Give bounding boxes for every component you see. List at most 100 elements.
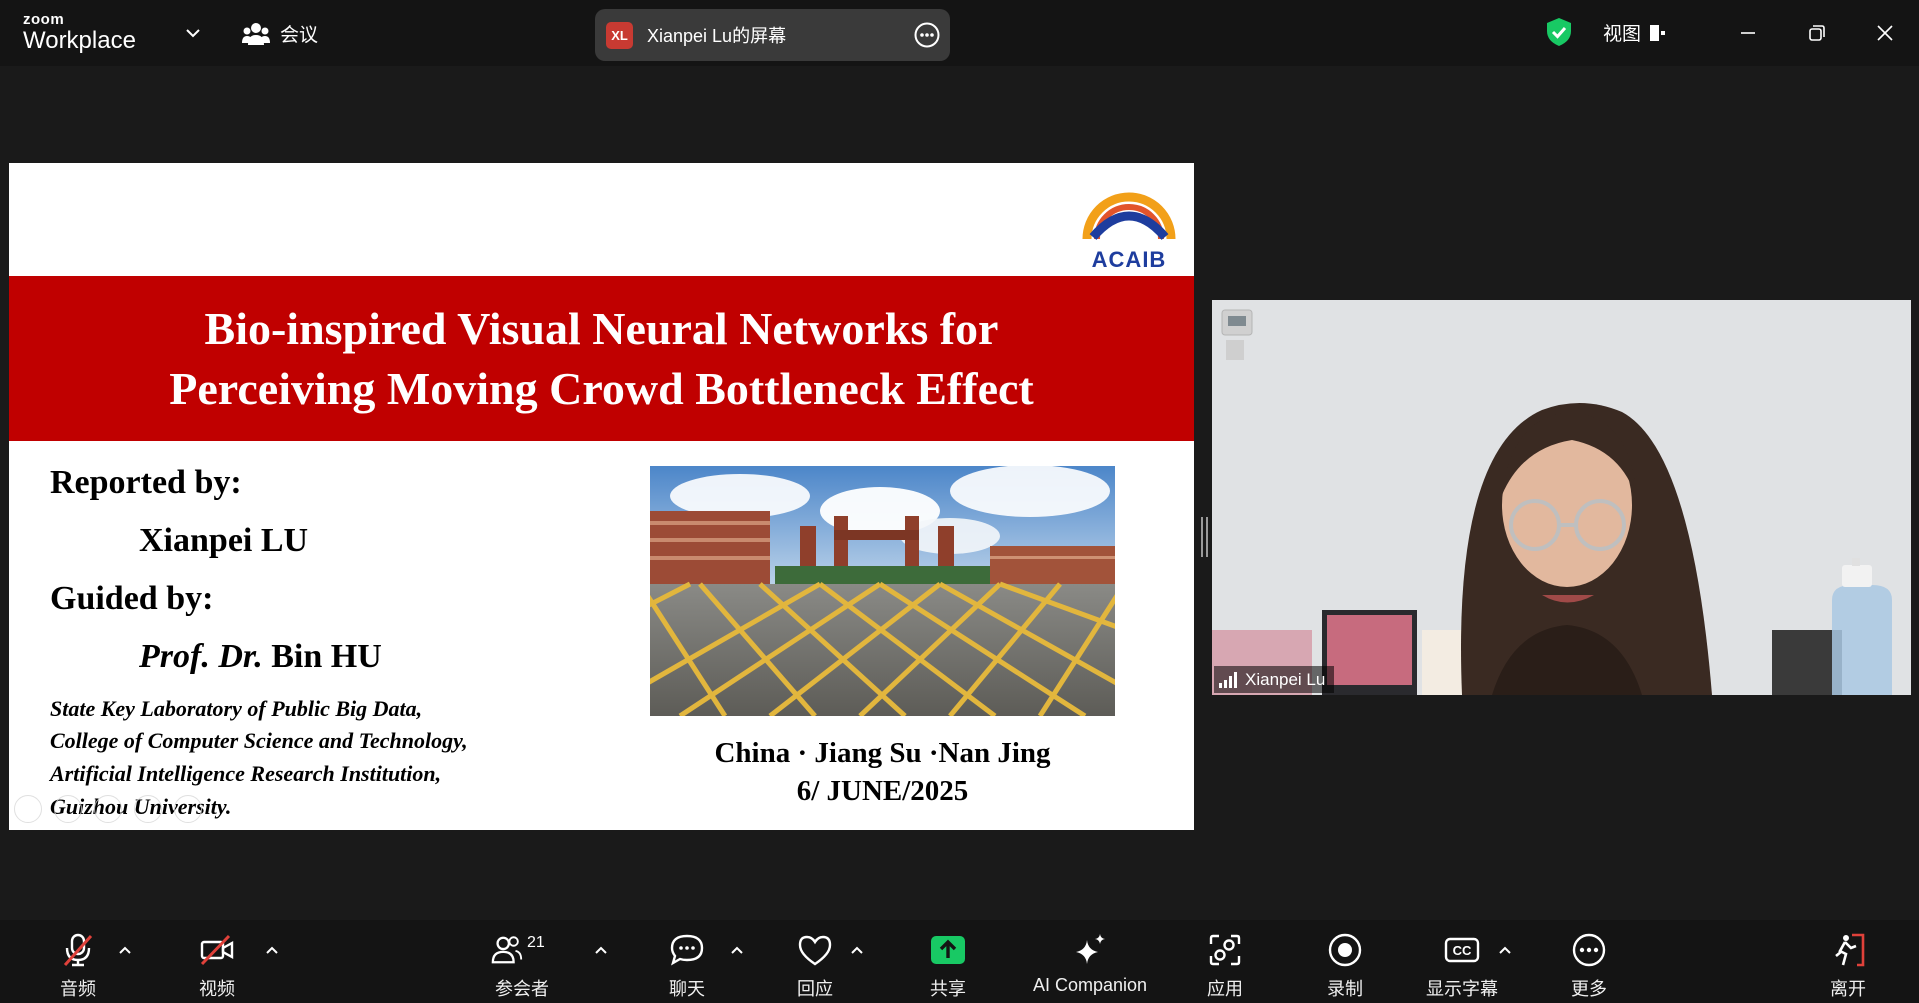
meeting-menu-button[interactable]: 会议 xyxy=(242,20,318,47)
view-label: 视图 xyxy=(1603,24,1642,45)
reported-by-label: Reported by: xyxy=(50,464,242,501)
react-button[interactable]: 回应 xyxy=(795,930,835,1001)
audio-button[interactable]: 音频 xyxy=(58,930,98,1001)
chevron-down-icon[interactable] xyxy=(184,24,202,42)
brand-small: zoom xyxy=(23,11,65,28)
ai-sparkle-icon xyxy=(1076,934,1106,964)
view-button[interactable]: 视图 xyxy=(1603,19,1667,46)
react-label: 回应 xyxy=(797,979,833,999)
participants-count: 21 xyxy=(527,934,545,951)
view-layout-icon xyxy=(1650,24,1666,41)
participants-button[interactable]: 21 参会者 xyxy=(490,930,554,1001)
signal-strength-icon xyxy=(1219,671,1237,688)
apps-button[interactable]: 应用 xyxy=(1205,930,1245,1001)
camera-off-icon xyxy=(200,934,234,966)
share-title: Xianpei Lu的屏幕 xyxy=(647,26,787,46)
chat-label: 聊天 xyxy=(669,979,705,999)
ai-companion-label: AI Companion xyxy=(1033,975,1148,995)
more-button[interactable]: 更多 xyxy=(1569,930,1609,1001)
microphone-muted-icon xyxy=(63,933,93,967)
title-band: Bio-inspired Visual Neural Networks for … xyxy=(9,276,1194,441)
restore-icon xyxy=(1809,25,1825,41)
more-label: 更多 xyxy=(1571,979,1607,999)
zoom-workplace-logo: zoom Workplace xyxy=(23,12,136,53)
apps-icon xyxy=(1209,934,1241,966)
chevron-up-icon[interactable] xyxy=(849,942,865,958)
chevron-up-icon[interactable] xyxy=(593,942,609,958)
chevron-up-icon[interactable] xyxy=(117,942,133,958)
record-icon xyxy=(1328,933,1362,967)
chat-icon xyxy=(670,934,704,966)
leave-button[interactable]: 离开 xyxy=(1828,930,1868,1001)
campus-photo xyxy=(650,466,1115,716)
minimize-button[interactable] xyxy=(1733,18,1763,48)
restore-button[interactable] xyxy=(1802,18,1832,48)
logo-text: ACAIB xyxy=(1091,247,1167,272)
meeting-people-icon xyxy=(242,22,270,45)
close-icon xyxy=(1877,25,1893,41)
record-button[interactable]: 录制 xyxy=(1325,930,1365,1001)
slide-title-line2: Perceiving Moving Crowd Bottleneck Effec… xyxy=(169,362,1034,414)
participant-video-tile[interactable]: Xianpei Lu xyxy=(1212,300,1911,695)
share-label: 共享 xyxy=(930,979,966,999)
chat-button[interactable]: 聊天 xyxy=(667,930,707,1001)
acaib-logo: ACAIB xyxy=(1079,167,1179,272)
chevron-up-icon[interactable] xyxy=(729,942,745,958)
minimize-icon xyxy=(1741,32,1755,34)
more-icon xyxy=(1572,933,1606,967)
leave-icon xyxy=(1835,933,1865,967)
slide-location: China · Jiang Su ·Nan Jing xyxy=(714,737,1051,769)
slide-date: 6/ JUNE/2025 xyxy=(796,775,969,807)
guided-by-label: Guided by: xyxy=(50,580,214,617)
apps-label: 应用 xyxy=(1207,979,1243,999)
grip-line xyxy=(1205,517,1208,557)
ai-companion-button[interactable]: AI Companion xyxy=(1033,930,1147,996)
presenter-avatar: XL xyxy=(606,21,633,49)
advisor-name: Prof. Dr. Bin HU xyxy=(139,638,382,676)
screen-share-indicator[interactable]: XL Xianpei Lu的屏幕 xyxy=(595,9,950,61)
captions-label: 显示字幕 xyxy=(1426,979,1498,999)
heart-icon xyxy=(798,935,832,966)
meeting-label: 会议 xyxy=(280,25,319,46)
more-options-icon[interactable] xyxy=(914,22,940,48)
closed-captions-icon: CC xyxy=(1444,937,1480,963)
share-screen-icon xyxy=(931,936,965,964)
shared-screen-slide: ACAIB Bio-inspired Visual Neural Network… xyxy=(9,163,1194,830)
audio-label: 音频 xyxy=(60,979,96,999)
slide-control-icon[interactable] xyxy=(134,795,162,823)
chevron-up-icon[interactable] xyxy=(1497,942,1513,958)
participant-name: Xianpei Lu xyxy=(1245,669,1326,689)
meeting-toolbar: 音频 视频 21 参会者 聊天 回应 共享 AI Companion 应用 录制… xyxy=(0,920,1919,1003)
captions-button[interactable]: CC 显示字幕 xyxy=(1426,930,1498,1001)
slide-control-icon[interactable] xyxy=(174,795,202,823)
reporter-name: Xianpei LU xyxy=(139,522,309,559)
advisor-title: Prof. Dr. xyxy=(139,638,263,675)
participant-video xyxy=(1212,300,1911,695)
security-shield-icon[interactable] xyxy=(1545,17,1573,47)
brand-large: Workplace xyxy=(23,27,136,54)
slide-navigation xyxy=(14,795,202,823)
video-label: 视频 xyxy=(199,979,235,999)
leave-label: 离开 xyxy=(1830,979,1866,999)
share-button[interactable]: 共享 xyxy=(928,930,968,1001)
acaib-rainbow-icon xyxy=(1082,192,1176,241)
close-button[interactable] xyxy=(1870,18,1900,48)
participants-icon xyxy=(491,936,523,964)
affiliation-line: College of Computer Science and Technolo… xyxy=(50,728,468,753)
slide-control-icon[interactable] xyxy=(94,795,122,823)
grip-line xyxy=(1200,517,1203,557)
video-button[interactable]: 视频 xyxy=(197,930,237,1001)
slide-prev-icon[interactable] xyxy=(14,795,42,823)
record-label: 录制 xyxy=(1327,979,1363,999)
panel-resize-handle[interactable] xyxy=(1200,517,1208,557)
advisor-name-text: Bin HU xyxy=(262,638,382,675)
chevron-up-icon[interactable] xyxy=(264,942,280,958)
svg-text:CC: CC xyxy=(1453,943,1472,958)
top-bar: zoom Workplace 会议 XL Xianpei Lu的屏幕 视图 xyxy=(0,0,1919,66)
slide-title-line1: Bio-inspired Visual Neural Networks for xyxy=(204,302,999,354)
affiliation-line: State Key Laboratory of Public Big Data, xyxy=(50,696,423,721)
participant-name-tag: Xianpei Lu xyxy=(1214,666,1335,693)
affiliation-line: Artificial Intelligence Research Institu… xyxy=(50,761,442,786)
participants-label: 参会者 xyxy=(495,979,549,999)
slide-control-icon[interactable] xyxy=(54,795,82,823)
